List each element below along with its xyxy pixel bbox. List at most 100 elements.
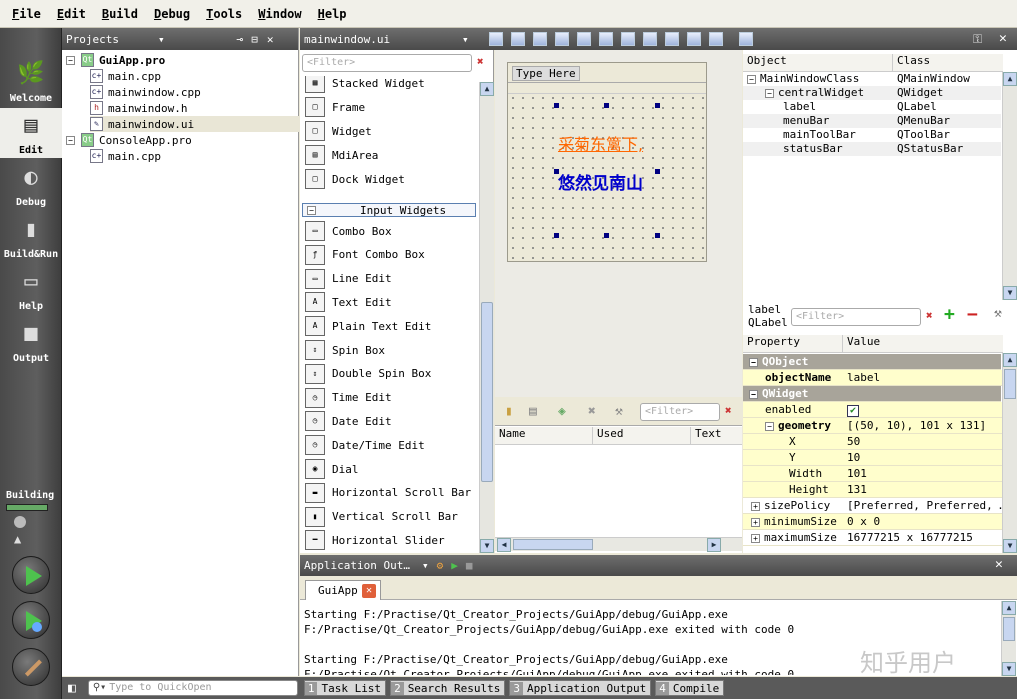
selection-handle[interactable] <box>554 103 559 108</box>
prop-filter-input[interactable]: <Filter> <box>791 308 921 326</box>
menu-debug[interactable]: Debug <box>146 7 198 21</box>
collapse-icon[interactable]: − <box>66 135 75 145</box>
designer-tool-icon[interactable] <box>577 32 591 46</box>
type-here-menu[interactable]: Type Here <box>512 66 580 81</box>
property-value-cell[interactable]: [Preferred, Preferred, … <box>843 499 1003 512</box>
prop-scrollbar[interactable]: ▲ ▼ <box>1002 353 1017 553</box>
col-class[interactable]: Class <box>893 54 930 71</box>
property-row[interactable]: + minimumSize 0 x 0 <box>743 514 1003 530</box>
widget-item[interactable]: ◉ Dial <box>305 458 359 480</box>
delete-icon[interactable]: ✖ <box>588 404 596 419</box>
output-pane-tab-1[interactable]: 1 Task List <box>303 680 387 696</box>
sigslot-hscrollbar[interactable]: ◀ ▶ <box>495 537 742 552</box>
designer-tool-icon[interactable] <box>621 32 635 46</box>
tree-item[interactable]: − Qt GuiApp.pro <box>66 52 165 68</box>
enabled-checkbox[interactable]: ✔ <box>847 404 859 417</box>
menu-window[interactable]: Window <box>250 7 309 21</box>
collapse-icon[interactable]: − <box>765 422 774 431</box>
widget-item[interactable]: A Text Edit <box>305 291 392 313</box>
tree-item[interactable]: c+ main.cpp <box>90 68 161 84</box>
objinspector-scrollbar[interactable]: ▲ ▼ <box>1002 72 1017 300</box>
property-value-cell[interactable]: ✔ <box>843 403 1003 417</box>
menu-edit[interactable]: Edit <box>49 7 94 21</box>
wrench-icon[interactable]: ⚒ <box>994 306 1002 321</box>
property-value-cell[interactable]: 16777215 x 16777215 <box>843 531 1003 544</box>
property-row[interactable]: Y 10 <box>743 450 1003 466</box>
wrench-icon[interactable]: ⚒ <box>615 404 623 419</box>
designer-tool-icon[interactable] <box>533 32 547 46</box>
add-property-icon[interactable]: + <box>944 304 955 325</box>
widget-item[interactable]: □ Widget <box>305 120 372 142</box>
tree-item[interactable]: h mainwindow.h <box>90 100 187 116</box>
col-used[interactable]: Used <box>593 427 691 444</box>
clear-output-icon[interactable]: ■ <box>466 559 473 572</box>
tree-item[interactable]: c+ mainwindow.cpp <box>90 84 201 100</box>
widget-item[interactable]: □ Frame <box>305 96 365 118</box>
widget-item[interactable]: □ Dock Widget <box>305 168 405 190</box>
designer-tool-icon[interactable] <box>739 32 753 46</box>
widget-group-input[interactable]: − Input Widgets <box>302 203 476 217</box>
selection-handle[interactable] <box>655 169 660 174</box>
new-icon[interactable]: ▮ <box>505 404 513 419</box>
property-value-cell[interactable]: 10 <box>843 451 1003 464</box>
clear-filter-icon[interactable]: ✖ <box>926 309 933 322</box>
widget-filter-input[interactable]: <Filter> <box>302 54 472 72</box>
collapse-icon[interactable]: − <box>749 358 758 367</box>
property-row[interactable]: X 50 <box>743 434 1003 450</box>
col-text[interactable]: Text <box>691 427 722 444</box>
collapse-icon[interactable]: − <box>765 89 774 98</box>
object-row[interactable]: mainToolBar QToolBar <box>743 128 1001 142</box>
designer-tool-icon[interactable] <box>489 32 503 46</box>
output-tab[interactable]: GuiApp ✕ <box>305 580 381 600</box>
property-value-cell[interactable]: [(50, 10), 101 x 131] <box>843 419 1003 432</box>
designer-tool-icon[interactable] <box>665 32 679 46</box>
mode-buildrun[interactable]: ▮ Build&Run <box>0 212 62 262</box>
designer-tool-icon[interactable] <box>599 32 613 46</box>
property-row[interactable]: − geometry [(50, 10), 101 x 131] <box>743 418 1003 434</box>
output-pane-tab-4[interactable]: 4 Compile <box>655 680 725 696</box>
collapse-icon[interactable]: − <box>307 205 316 215</box>
widget-item[interactable]: ⇕ Spin Box <box>305 339 385 361</box>
link-icon[interactable]: ⊸ <box>237 33 244 46</box>
designer-tool-icon[interactable] <box>511 32 525 46</box>
form-window[interactable]: Type Here 采菊东篱下, 悠然见南山 <box>507 62 707 262</box>
property-value-cell[interactable]: label <box>843 371 1003 384</box>
property-row[interactable]: objectName label <box>743 370 1003 386</box>
widget-scrollbar[interactable]: ▲ ▼ <box>479 82 494 553</box>
selection-handle[interactable] <box>655 233 660 238</box>
object-row[interactable]: − centralWidget QWidget <box>743 86 1001 100</box>
expand-icon[interactable]: + <box>751 502 760 511</box>
form-menubar[interactable]: Type Here <box>508 63 706 83</box>
property-value-cell[interactable]: 131 <box>843 483 1003 496</box>
col-name[interactable]: Name <box>495 427 593 444</box>
selection-handle[interactable] <box>554 233 559 238</box>
widget-item[interactable]: ▭ Line Edit <box>305 268 392 290</box>
mode-debug[interactable]: ◐ Debug <box>0 160 62 210</box>
property-row[interactable]: − QWidget <box>743 386 1001 402</box>
copy-icon[interactable]: ▤ <box>529 404 537 419</box>
chevron-down-icon[interactable]: ▾ <box>158 33 165 46</box>
chevron-down-icon[interactable]: ▾ <box>422 559 429 572</box>
close-output-icon[interactable]: ✕ <box>995 557 1003 572</box>
selection-handle[interactable] <box>655 103 660 108</box>
build-hammer-button[interactable] <box>12 648 50 686</box>
stop-icon[interactable]: ⚙ <box>437 559 444 572</box>
object-row[interactable]: − MainWindowClass QMainWindow <box>743 72 1001 86</box>
tree-item[interactable]: − Qt ConsoleApp.pro <box>66 132 192 148</box>
expand-icon[interactable]: + <box>751 518 760 527</box>
mode-help[interactable]: ▭ Help <box>0 264 62 314</box>
mode-edit[interactable]: ▤ Edit <box>0 108 62 158</box>
lock-icon[interactable]: ⚿ <box>973 32 982 47</box>
object-row[interactable]: label QLabel <box>743 100 1001 114</box>
designer-tool-icon[interactable] <box>687 32 701 46</box>
widget-item[interactable]: ƒ Font Combo Box <box>305 244 425 266</box>
remove-property-icon[interactable]: − <box>967 304 978 325</box>
tree-item[interactable]: c+ main.cpp <box>90 148 161 164</box>
mode-output[interactable]: ■ Output <box>0 316 62 366</box>
property-value-cell[interactable]: 0 x 0 <box>843 515 1003 528</box>
sigslot-filter-input[interactable]: <Filter> <box>640 403 720 421</box>
collapse-icon[interactable]: − <box>66 55 75 65</box>
widget-item[interactable]: ▮ Vertical Scroll Bar <box>305 506 458 528</box>
menu-build[interactable]: Build <box>94 7 146 21</box>
quickopen-input[interactable]: ⚲▾ Type to QuickOpen <box>87 680 298 696</box>
